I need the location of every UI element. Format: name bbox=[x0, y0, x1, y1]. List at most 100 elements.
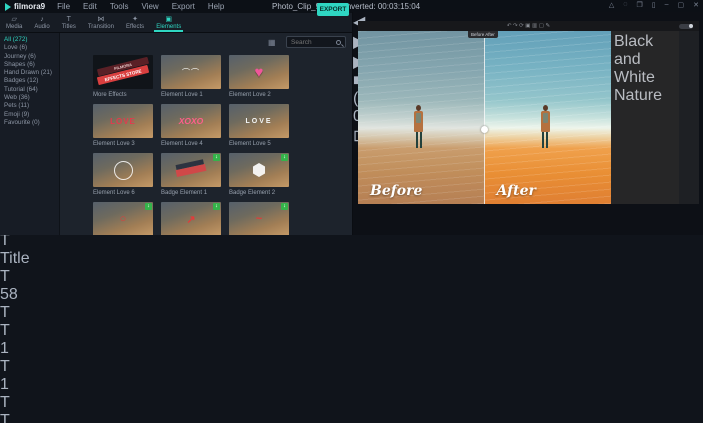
export-button[interactable]: EXPORT bbox=[317, 3, 349, 16]
xoxo-overlay-icon: XOXO bbox=[178, 116, 204, 126]
device-connect-icon[interactable]: ▯ bbox=[652, 1, 656, 9]
element-label: Element Love 1 bbox=[161, 92, 203, 98]
element-item-element-love-2[interactable]: ♥ Element Love 2 bbox=[229, 55, 289, 98]
minimize-icon[interactable]: – bbox=[665, 1, 669, 9]
element-item-element-love-3[interactable]: LOVE Element Love 3 bbox=[93, 104, 153, 147]
title-track-2[interactable]: T58TT1T1TT5T58T1TTitle 27TTitle 2TTitleT… bbox=[0, 268, 703, 423]
element-label: Element Love 6 bbox=[93, 190, 135, 196]
before-after-toggle bbox=[679, 23, 693, 29]
category-shapes[interactable]: Shapes (6) bbox=[0, 61, 59, 69]
element-item-element-love-4[interactable]: XOXO Element Love 4 bbox=[161, 104, 221, 147]
title-clip[interactable]: T1 bbox=[0, 358, 16, 394]
category-all[interactable]: All (272) bbox=[0, 36, 59, 44]
love-red-overlay-icon: LOVE bbox=[110, 116, 136, 126]
search-box[interactable] bbox=[286, 36, 346, 48]
menu-file[interactable]: File bbox=[57, 2, 70, 11]
birds-overlay-icon: ⌒⌒ bbox=[182, 67, 200, 77]
element-item-more-effects[interactable]: FILMORA EFFECTS STORE More Effects bbox=[93, 55, 153, 98]
title-clip-icon: T bbox=[0, 304, 10, 321]
title-clip[interactable]: T Title bbox=[0, 232, 30, 268]
scribble-overlay-icon: ↗ bbox=[186, 213, 196, 226]
preview-panel: ↶ ↷ ⟳ ▣ ▥ ▢ ✎ Before After Before After … bbox=[352, 12, 703, 235]
title-clip[interactable]: T 58 bbox=[0, 268, 18, 304]
category-favourite[interactable]: Favourite (0) bbox=[0, 119, 59, 127]
category-tutorial[interactable]: Tutorial (64) bbox=[0, 86, 59, 94]
title-clip-icon: T bbox=[0, 322, 10, 339]
element-label: Badge Element 2 bbox=[229, 190, 276, 196]
element-item-element-love-6[interactable]: Element Love 6 bbox=[93, 153, 153, 196]
heart-overlay-icon: ♥ bbox=[254, 63, 264, 81]
category-pets[interactable]: Pets (11) bbox=[0, 102, 59, 110]
title-clip[interactable]: T bbox=[0, 394, 10, 412]
titlebar-right: △ ◌ ❐ ▯ – ▢ ✕ bbox=[609, 1, 699, 9]
element-label: Element Love 3 bbox=[93, 141, 135, 147]
download-icon: ↓ bbox=[213, 203, 220, 210]
element-item-badge-element-1[interactable]: ↓ Badge Element 1 bbox=[161, 153, 221, 196]
element-label: Element Love 5 bbox=[229, 141, 271, 147]
download-icon: ↓ bbox=[213, 154, 220, 161]
category-badges[interactable]: Badges (12) bbox=[0, 77, 59, 85]
titles-tab-icon: T bbox=[66, 15, 71, 23]
element-item-element-love-1[interactable]: ⌒⌒ Element Love 1 bbox=[161, 55, 221, 98]
scribble-overlay-icon: ~ bbox=[255, 213, 263, 225]
menu-view[interactable]: View bbox=[142, 2, 159, 11]
menu-edit[interactable]: Edit bbox=[83, 2, 97, 11]
category-hand-drawn[interactable]: Hand Drawn (21) bbox=[0, 69, 59, 77]
before-half: Before bbox=[358, 31, 485, 204]
video-viewport[interactable]: ↶ ↷ ⟳ ▣ ▥ ▢ ✎ Before After Before After … bbox=[358, 21, 699, 204]
tab-label: Titles bbox=[61, 23, 76, 30]
screen-share-icon[interactable]: ❐ bbox=[636, 1, 642, 9]
person-figure bbox=[413, 105, 424, 151]
category-web[interactable]: Web (36) bbox=[0, 94, 59, 102]
element-label: Element Love 2 bbox=[229, 92, 271, 98]
element-label: Badge Element 1 bbox=[161, 190, 208, 196]
filter-section-bw: Black and White bbox=[614, 33, 655, 86]
tab-titles[interactable]: T Titles bbox=[56, 13, 82, 32]
element-thumbnail: ○ ↓ bbox=[93, 202, 153, 235]
category-love[interactable]: Love (6) bbox=[0, 44, 59, 52]
stamp-overlay-icon bbox=[93, 153, 153, 187]
tab-label: Transition bbox=[87, 23, 114, 30]
element-thumbnail: FILMORA EFFECTS STORE bbox=[93, 55, 153, 89]
grid-view-icon[interactable]: ▦ bbox=[268, 38, 276, 47]
element-thumbnail: XOXO bbox=[161, 104, 221, 138]
tab-label: Media bbox=[6, 23, 23, 30]
tab-elements[interactable]: ▣ Elements bbox=[150, 13, 187, 32]
element-thumbnail: ♥ bbox=[229, 55, 289, 89]
category-journey[interactable]: Journey (6) bbox=[0, 53, 59, 61]
category-emoji[interactable]: Emoji (9) bbox=[0, 111, 59, 119]
tab-effects[interactable]: ✦ Effects bbox=[120, 13, 150, 32]
transition-tab-icon: ⋈ bbox=[97, 15, 105, 23]
element-thumbnail: LOVE bbox=[229, 104, 289, 138]
title-clip[interactable]: T1 bbox=[0, 322, 15, 358]
element-item-badge-element-2[interactable]: ↓ Badge Element 2 bbox=[229, 153, 289, 196]
tab-label: Effects bbox=[125, 23, 145, 30]
search-input[interactable] bbox=[287, 38, 336, 46]
elements-library-panel: All (272) Love (6) Journey (6) Shapes (6) Ha… bbox=[0, 33, 352, 235]
element-item-element-love-5[interactable]: LOVE Element Love 5 bbox=[229, 104, 289, 147]
maximize-icon[interactable]: ▢ bbox=[678, 1, 685, 9]
element-thumbnail: ~ ↓ bbox=[229, 202, 289, 235]
tab-transition[interactable]: ⋈ Transition bbox=[82, 13, 120, 32]
search-icon[interactable] bbox=[336, 39, 341, 45]
element-item[interactable]: ○ ↓ bbox=[93, 202, 153, 235]
element-item[interactable]: ↗ ↓ bbox=[161, 202, 221, 235]
tab-audio[interactable]: ♪ Audio bbox=[28, 13, 55, 32]
element-thumbnail bbox=[93, 153, 153, 187]
menu-export[interactable]: Export bbox=[172, 2, 195, 11]
title-clip-icon: T bbox=[0, 394, 10, 411]
close-icon[interactable]: ✕ bbox=[693, 1, 699, 9]
sync-icon[interactable]: ◌ bbox=[623, 1, 627, 9]
tab-media[interactable]: ▱ Media bbox=[0, 13, 28, 32]
menu-help[interactable]: Help bbox=[208, 2, 224, 11]
menu-tools[interactable]: Tools bbox=[110, 2, 129, 11]
element-item[interactable]: ~ ↓ bbox=[229, 202, 289, 235]
element-label: More Effects bbox=[93, 92, 127, 98]
title-clip[interactable]: T bbox=[0, 304, 13, 322]
element-thumbnail: ↗ ↓ bbox=[161, 202, 221, 235]
recorded-filter-panel: Black and White Nature bbox=[611, 31, 679, 204]
title-clip-icon: T bbox=[0, 412, 10, 423]
title-clip[interactable]: T5 bbox=[0, 412, 16, 423]
filter-section-nature: Nature bbox=[614, 87, 663, 104]
notification-icon[interactable]: △ bbox=[609, 1, 614, 9]
